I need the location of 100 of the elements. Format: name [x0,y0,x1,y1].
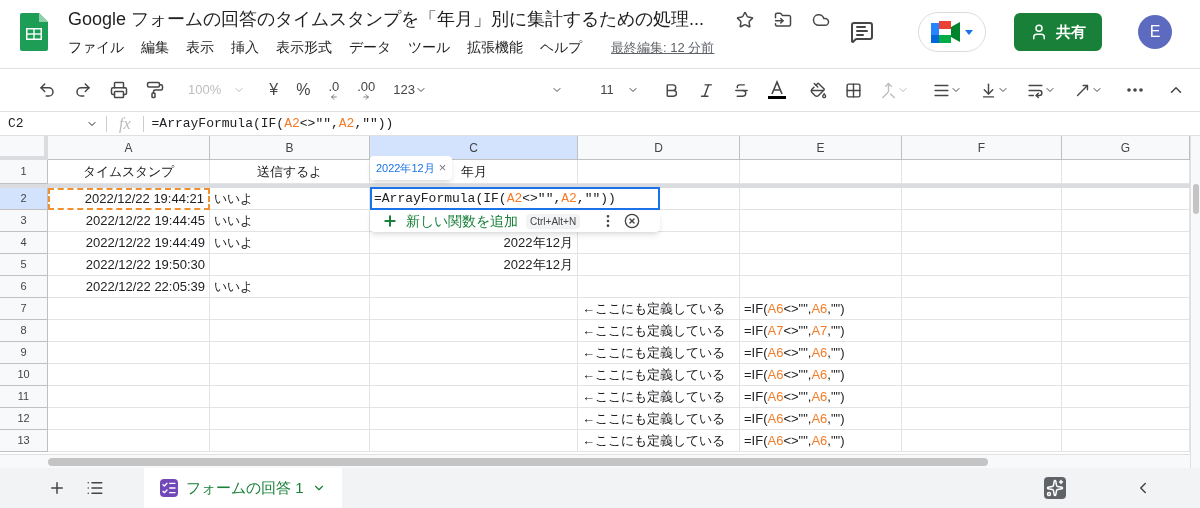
column-header[interactable]: F [902,136,1062,160]
formula-input[interactable]: =ArrayFormula(IF(A2<>"",A2,"")) [143,113,402,134]
redo-icon [74,81,92,99]
row-header[interactable]: 5 [0,254,48,276]
star-icon[interactable] [736,10,755,29]
row-header[interactable]: 13 [0,430,48,452]
menu-item[interactable]: ヘルプ [540,37,582,58]
name-box[interactable]: C2 [0,113,106,134]
table-cell: ←ここにも定義している [578,408,740,430]
row-header[interactable]: 6 [0,276,48,298]
sheets-logo-icon[interactable] [20,13,48,51]
explore-icon[interactable] [1044,477,1066,499]
horizontal-scrollbar[interactable] [48,457,988,466]
move-folder-icon[interactable] [774,10,793,29]
row-header[interactable]: 10 [0,364,48,386]
menu-item[interactable]: ファイル [68,37,124,58]
table-cell: =IF(A6<>"",A6,"") [740,430,902,452]
menu-item[interactable]: 拡張機能 [467,37,523,58]
preview-value: 2022年12月 [376,160,435,176]
cell-reference: C2 [8,114,24,133]
menu-item[interactable]: データ [349,37,391,58]
cell-editor[interactable]: =ArrayFormula(IF(A2<>"",A2,"")) [370,187,660,210]
column-header[interactable]: A [48,136,210,160]
table-cell: 2022年12月 [370,232,578,254]
table-cell: 2022/12/22 19:44:49 [48,232,210,254]
table-cell: ←ここにも定義している [578,298,740,320]
table-cell: ←ここにも定義している [578,364,740,386]
table-cell: タイムスタンプ [48,160,210,184]
table-cell: =IF(A6<>"",A6,"") [740,386,902,408]
close-icon[interactable] [624,213,641,229]
document-title[interactable]: Google フォームの回答のタイムスタンプを「年月」別に集計するための処理... [68,6,705,33]
row-header[interactable]: 12 [0,408,48,430]
row-header[interactable]: 7 [0,298,48,320]
sheet-tab[interactable]: フォームの回答 1 [144,468,342,508]
table-cell: ←ここにも定義している [578,320,740,342]
decrease-decimal-button[interactable]: .0 [322,76,346,104]
italic-icon [698,81,715,99]
all-sheets-icon[interactable] [86,479,104,497]
menu-item[interactable]: 挿入 [231,37,259,58]
column-header[interactable]: G [1062,136,1190,160]
column-header[interactable]: C [370,136,578,160]
video-camera-icon [931,21,962,43]
strikethrough-icon [733,81,750,99]
row-header[interactable]: 1 [0,160,48,184]
column-header[interactable]: E [740,136,902,160]
add-function-link[interactable]: 新しい関数を追加 [406,210,518,232]
table-cell: いいよ [210,276,370,298]
comment-icon[interactable] [850,20,875,44]
table-cell: ←ここにも定義している [578,342,740,364]
paint-roller-icon [146,81,164,99]
table-cell: ←ここにも定義している [578,386,740,408]
table-cell: 2022/12/22 19:50:30 [48,254,210,276]
table-cell: 2022/12/22 22:05:39 [48,276,210,298]
menu-item[interactable]: 表示形式 [276,37,332,58]
font-size-dropdown[interactable]: 11 [581,76,645,104]
increase-decimal-button[interactable]: .00 [351,76,382,104]
row-header[interactable]: 2 [0,188,48,210]
table-cell: =IF(A6<>"",A6,"") [740,408,902,430]
column-header[interactable]: D [578,136,740,160]
printer-icon [110,81,128,99]
currency-button[interactable]: ¥ [263,76,285,104]
share-button[interactable]: 共有 [1014,13,1102,51]
column-header[interactable]: B [210,136,370,160]
row-header[interactable]: 9 [0,342,48,364]
more-icon [1127,88,1143,92]
menu-item[interactable]: 表示 [186,37,214,58]
table-cell: ←ここにも定義している [578,430,740,452]
last-edit-link[interactable]: 最終編集: 12 分前 [611,37,715,58]
vertical-scrollbar[interactable] [1192,184,1199,214]
close-button[interactable]: × [438,158,447,178]
avatar[interactable]: E [1138,15,1172,49]
table-cell: =IF(A7<>"",A7,"") [740,320,902,342]
plus-icon [382,213,398,229]
arrow-left-icon [329,92,338,101]
row-header[interactable]: 3 [0,210,48,232]
paint-bucket-icon [810,81,827,99]
arrow-down-to-line-icon [980,81,997,99]
number-format-dropdown[interactable]: 123 [387,76,433,104]
text-color-icon [768,80,786,100]
table-cell: 2022年12月 [370,254,578,276]
add-sheet-icon[interactable] [48,479,66,497]
table-cell: 2022/12/22 19:44:45 [48,210,210,232]
table-cell: いいよ [210,210,370,232]
table-cell: =IF(A6<>"",A6,"") [740,298,902,320]
arrow-right-icon [362,92,371,101]
table-cell: =IF(A6<>"",A6,"") [740,342,902,364]
table-cell: 送信するよ [210,160,370,184]
borders-icon [845,81,862,99]
menu-item[interactable]: ツール [408,37,450,58]
row-header[interactable]: 4 [0,232,48,254]
table-cell: =IF(A6<>"",A6,"") [740,364,902,386]
table-cell: 2022/12/22 19:44:21 [48,188,210,210]
merge-icon [880,81,897,99]
percent-button[interactable]: % [290,76,317,104]
menu-item[interactable]: 編集 [141,37,169,58]
sheet-name: フォームの回答 1 [186,477,304,498]
row-header[interactable]: 8 [0,320,48,342]
row-header[interactable]: 11 [0,386,48,408]
table-cell: いいよ [210,232,370,254]
form-icon [160,479,178,497]
